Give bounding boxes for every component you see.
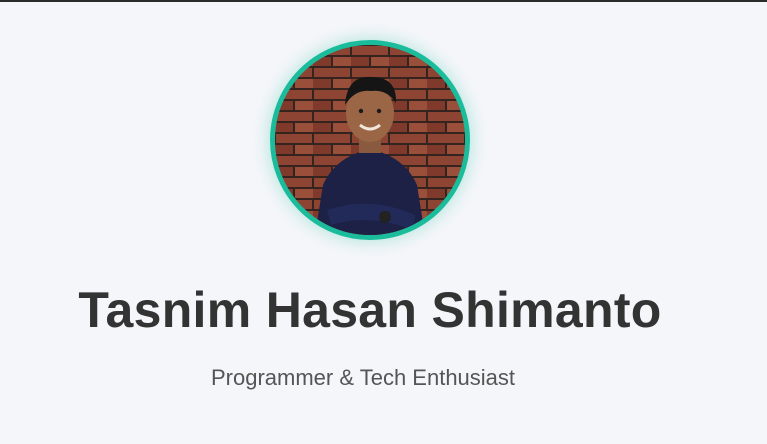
- avatar: [270, 40, 470, 240]
- profile-tagline: Programmer & Tech Enthusiast: [210, 365, 516, 390]
- profile-photo: [275, 45, 465, 235]
- profile-page: Tasnim Hasan Shimanto Programmer & Tech …: [0, 0, 767, 444]
- avatar-container: [270, 40, 470, 240]
- top-border: [0, 0, 767, 2]
- profile-name: Tasnim Hasan Shimanto: [78, 282, 662, 338]
